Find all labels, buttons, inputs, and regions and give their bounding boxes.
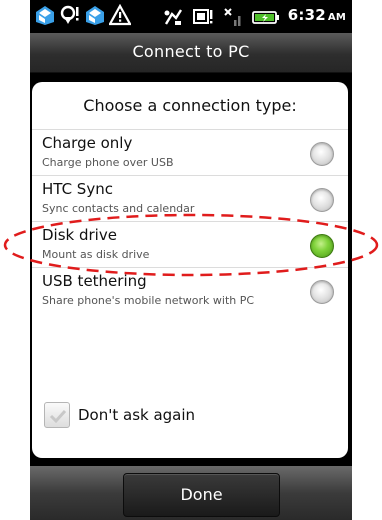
dont-ask-again-row[interactable]: Don't ask again bbox=[44, 402, 195, 428]
htc-sync-icon bbox=[34, 4, 56, 26]
dont-ask-again-checkbox[interactable] bbox=[44, 402, 70, 428]
option-usb-tethering[interactable]: USB tethering Share phone's mobile netwo… bbox=[32, 267, 348, 313]
screen-alert-icon bbox=[192, 6, 214, 28]
connection-type-dialog: Choose a connection type: Charge only Ch… bbox=[32, 82, 348, 458]
option-disk-drive[interactable]: Disk drive Mount as disk drive bbox=[32, 221, 348, 267]
status-bar: 6:32 AM bbox=[30, 0, 352, 33]
radio-button[interactable] bbox=[310, 280, 334, 304]
usb-debug-icon bbox=[162, 6, 184, 28]
page-title: Connect to PC bbox=[132, 42, 250, 61]
phone-screen: 6:32 AM Connect to PC Choose a connection… bbox=[0, 0, 382, 520]
battery-charging-icon bbox=[251, 6, 280, 28]
radio-button-selected[interactable] bbox=[310, 234, 334, 258]
location-alert-icon bbox=[59, 4, 81, 26]
option-label: HTC Sync bbox=[42, 180, 113, 198]
option-htc-sync[interactable]: HTC Sync Sync contacts and calendar bbox=[32, 175, 348, 221]
warning-icon bbox=[108, 3, 132, 26]
option-description: Charge phone over USB bbox=[42, 156, 174, 169]
title-bar: Connect to PC bbox=[30, 33, 352, 73]
radio-button[interactable] bbox=[310, 188, 334, 212]
option-label: Charge only bbox=[42, 134, 133, 152]
no-signal-icon bbox=[222, 6, 244, 28]
option-description: Share phone's mobile network with PC bbox=[42, 294, 255, 307]
option-charge-only[interactable]: Charge only Charge phone over USB bbox=[32, 129, 348, 175]
option-description: Sync contacts and calendar bbox=[42, 202, 195, 215]
option-label: Disk drive bbox=[42, 226, 117, 244]
connection-options: Charge only Charge phone over USB HTC Sy… bbox=[32, 129, 348, 313]
clock: 6:32 AM bbox=[287, 6, 346, 24]
done-button[interactable]: Done bbox=[123, 473, 280, 517]
dialog-header: Choose a connection type: bbox=[83, 96, 297, 115]
radio-button[interactable] bbox=[310, 142, 334, 166]
htc-sync-icon bbox=[84, 4, 106, 26]
option-label: USB tethering bbox=[42, 272, 147, 290]
option-description: Mount as disk drive bbox=[42, 248, 150, 261]
dont-ask-again-label: Don't ask again bbox=[78, 406, 196, 424]
checkmark-icon bbox=[49, 409, 67, 424]
